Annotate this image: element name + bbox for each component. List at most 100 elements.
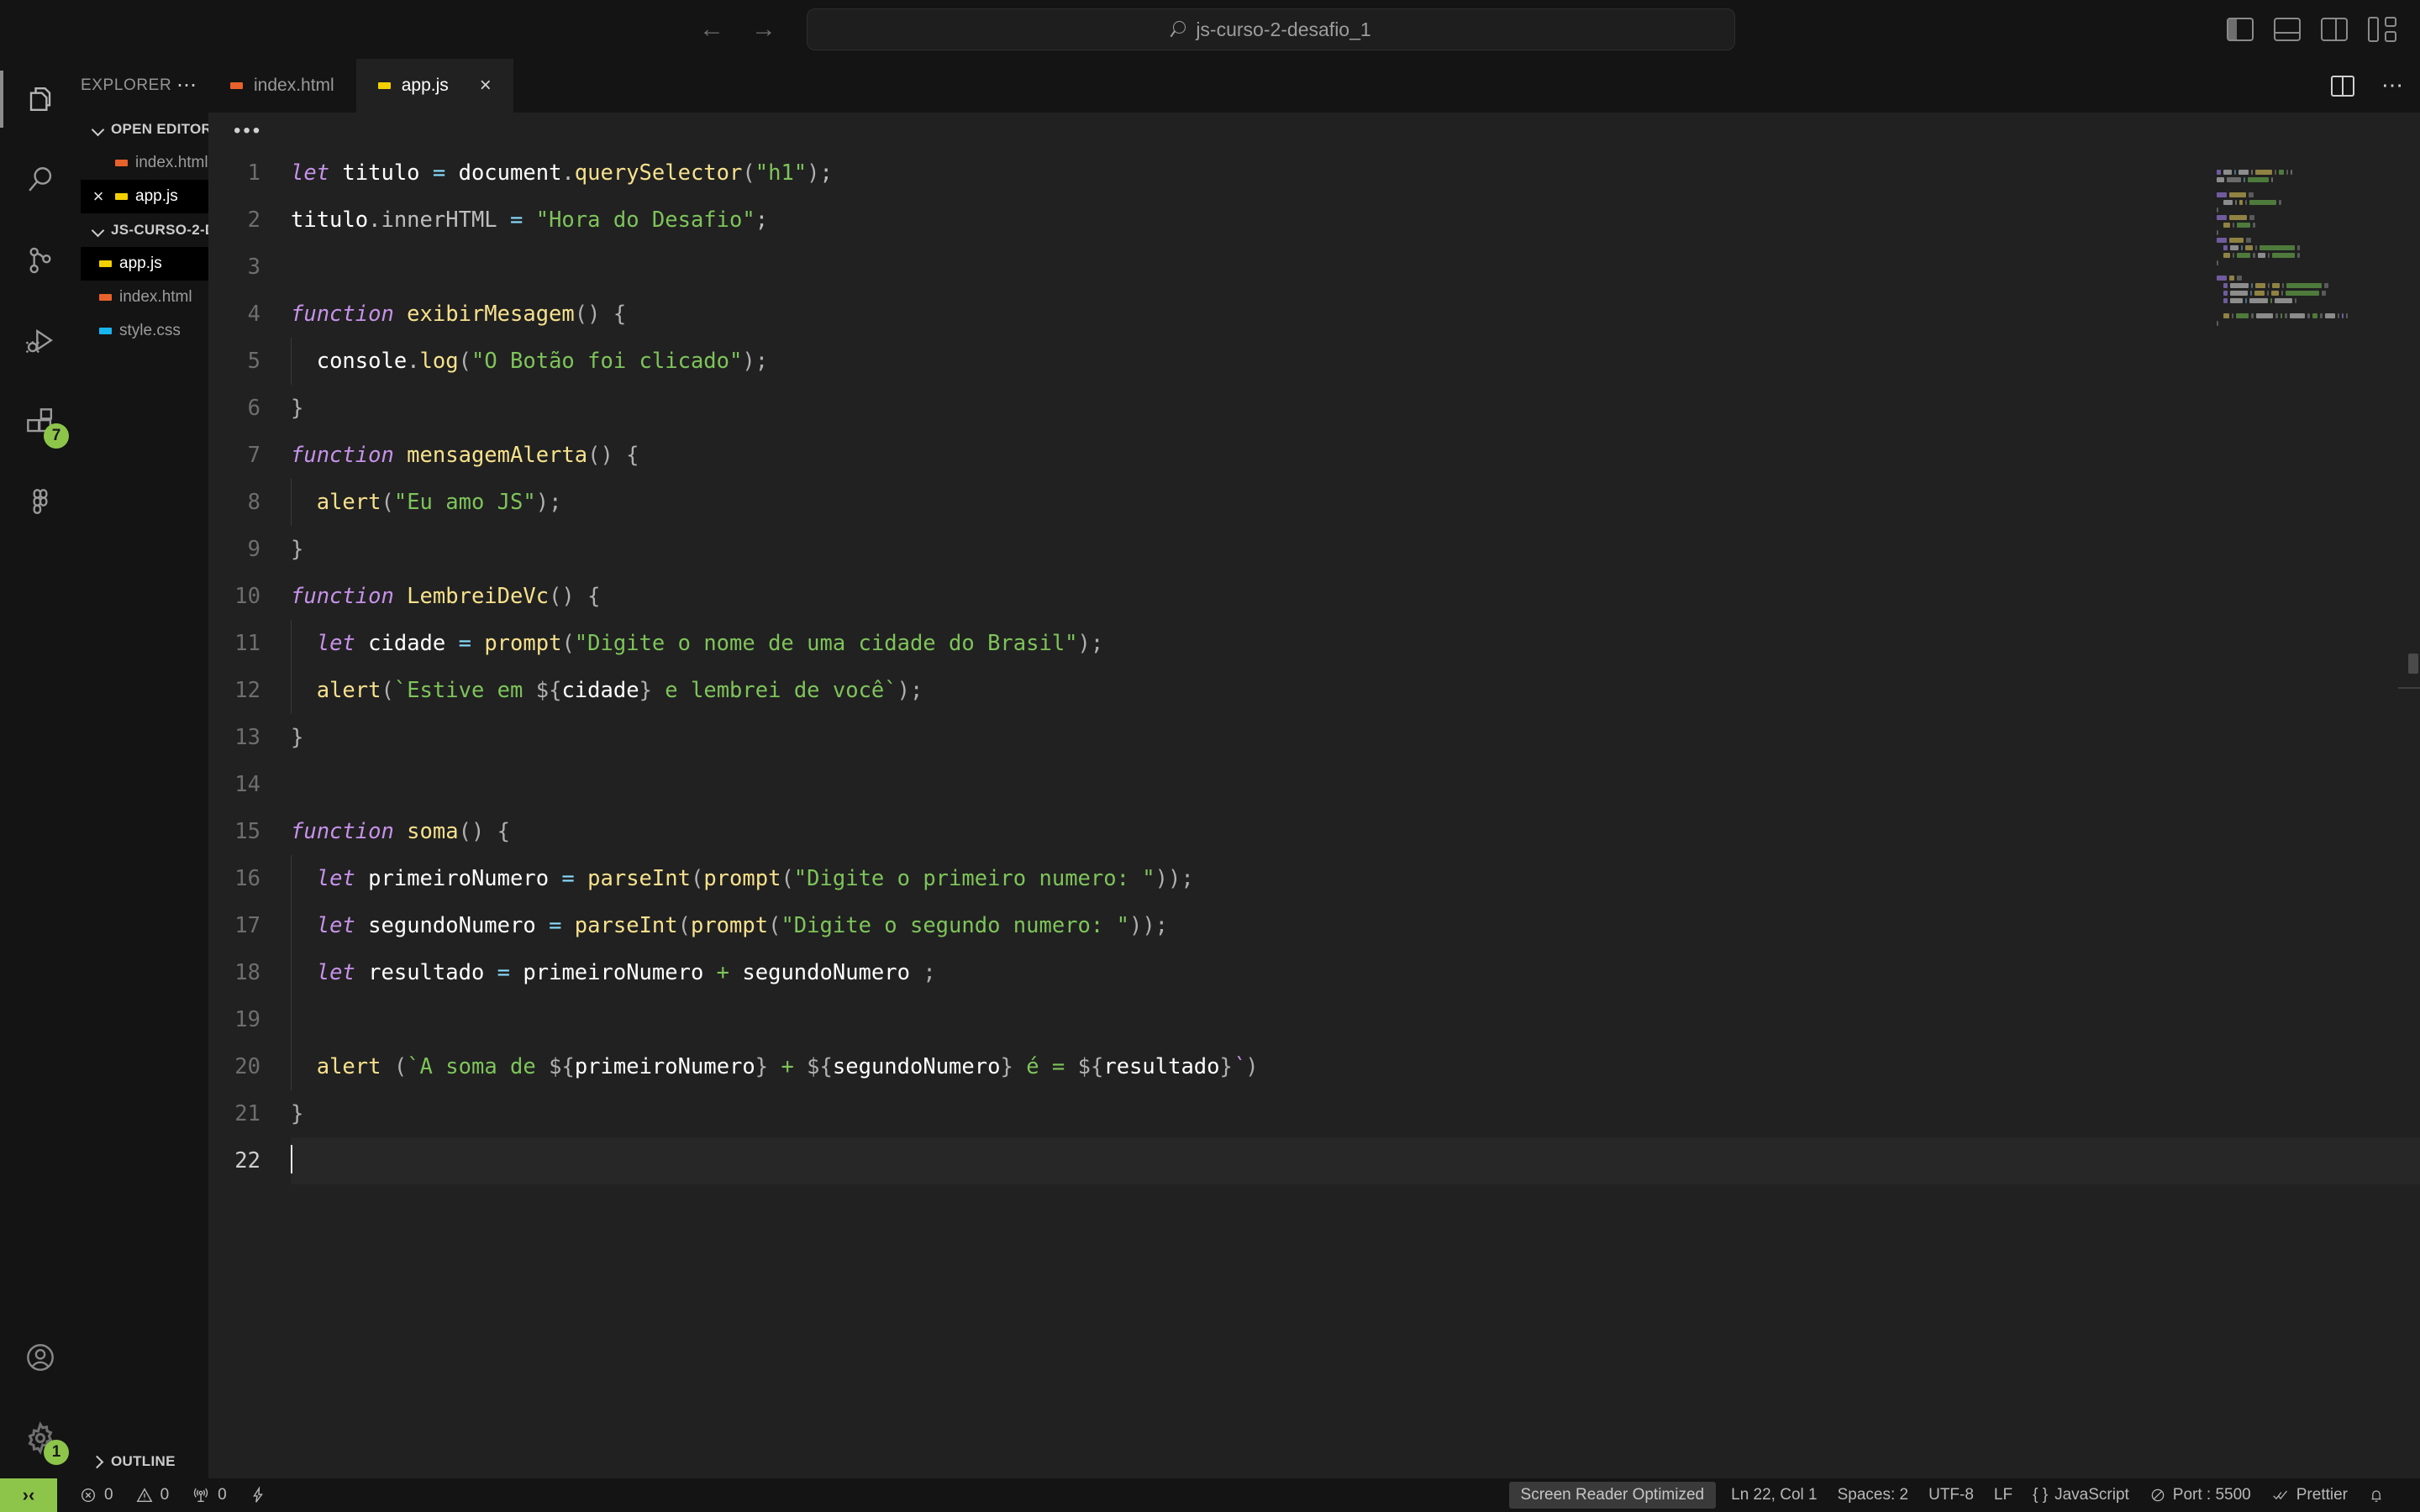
minimap[interactable] — [2213, 170, 2348, 326]
activity-search[interactable] — [0, 139, 81, 220]
sidebar-header: EXPLORER ⋯ — [81, 59, 208, 113]
code-line[interactable]: 18 let resultado = primeiroNumero + segu… — [208, 949, 2420, 996]
section-open-editors[interactable]: OPEN EDITORS — [81, 113, 208, 146]
code-line[interactable]: 15 function soma() { — [208, 808, 2420, 855]
file-item-index-html[interactable]: index.html — [81, 281, 208, 314]
ellipsis-icon[interactable]: ⋯ — [176, 75, 198, 96]
command-center-search[interactable]: js-curso-2-desafio_1 — [807, 8, 1735, 50]
arrow-left-icon[interactable]: ← — [697, 17, 726, 42]
arrow-right-icon[interactable]: → — [750, 17, 778, 42]
line-content[interactable]: let segundoNumero = parseInt(prompt("Dig… — [291, 902, 2420, 949]
code-line[interactable]: 6} — [208, 385, 2420, 432]
line-number: 11 — [234, 631, 260, 656]
line-content[interactable]: let primeiroNumero = parseInt(prompt("Di… — [291, 855, 2420, 902]
code-line[interactable]: 12 alert(`Estive em ${cidade} e lembrei … — [208, 667, 2420, 714]
live-server-status[interactable]: Port : 5500 — [2149, 1486, 2251, 1504]
activity-manage-settings[interactable]: 1 — [0, 1398, 81, 1478]
breadcrumb-ellipsis[interactable]: ••• — [234, 121, 262, 141]
section-outline[interactable]: OUTLINE — [81, 1445, 208, 1478]
code-line[interactable]: 8 alert("Eu amo JS"); — [208, 479, 2420, 526]
line-content[interactable]: titulo.innerHTML = "Hora do Desafio"; — [291, 197, 2420, 244]
layout-sidebar-right-icon[interactable] — [2321, 18, 2348, 41]
line-content[interactable]: let titulo = document.querySelector("h1"… — [291, 150, 2420, 197]
code-line[interactable]: 19 — [208, 996, 2420, 1043]
line-content[interactable]: function soma() { — [291, 808, 2420, 855]
close-icon[interactable]: × — [89, 187, 108, 206]
open-editor-item-index-html[interactable]: index.html — [81, 146, 208, 180]
notifications-status[interactable] — [2368, 1487, 2385, 1504]
code-line[interactable]: 22 — [208, 1137, 2420, 1184]
line-content[interactable]: function LembreiDeVc() { — [291, 573, 2420, 620]
code-line[interactable]: 11 let cidade = prompt("Digite o nome de… — [208, 620, 2420, 667]
layout-customize-icon[interactable] — [2368, 17, 2398, 42]
line-content[interactable] — [291, 1137, 2420, 1184]
line-content[interactable]: function exibirMesagem() { — [291, 291, 2420, 338]
code-editor[interactable]: 1 let titulo = document.querySelector("h1… — [208, 150, 2420, 1478]
line-content[interactable]: console.log("O Botão foi clicado"); — [291, 338, 2420, 385]
split-editor-icon[interactable] — [2331, 75, 2354, 97]
code-line[interactable]: 10 function LembreiDeVc() { — [208, 573, 2420, 620]
code-lines[interactable]: 1 let titulo = document.querySelector("h1… — [208, 150, 2420, 1478]
code-line[interactable]: 5 console.log("O Botão foi clicado"); — [208, 338, 2420, 385]
code-line[interactable]: 3 — [208, 244, 2420, 291]
line-content[interactable]: alert("Eu amo JS"); — [291, 479, 2420, 526]
code-line[interactable]: 2 titulo.innerHTML = "Hora do Desafio"; — [208, 197, 2420, 244]
workbench-body: 7 1 EXPLORER ⋯ OPEN EDITOR index.html × … — [0, 59, 2420, 1478]
line-content[interactable]: let resultado = primeiroNumero + segundo… — [291, 949, 2420, 996]
activity-run-and-debug[interactable] — [0, 301, 81, 381]
activity-explorer[interactable] — [0, 59, 81, 139]
line-content[interactable]: alert (`A soma de ${primeiroNumero} + ${… — [291, 1043, 2420, 1090]
activity-accounts[interactable] — [0, 1317, 81, 1398]
lightning-icon — [252, 1486, 263, 1503]
line-content[interactable]: alert(`Estive em ${cidade} e lembrei de … — [291, 667, 2420, 714]
code-token: () { — [574, 302, 627, 327]
code-line[interactable]: 16 let primeiroNumero = parseInt(prompt(… — [208, 855, 2420, 902]
ellipsis-icon[interactable]: ⋯ — [2381, 75, 2405, 96]
file-item-style-css[interactable]: style.css — [81, 314, 208, 348]
section-project-root[interactable]: JS-CURSO-2-DESAFIO_1 — [81, 213, 208, 247]
line-content[interactable]: } — [291, 714, 2420, 761]
open-editor-item-app-js[interactable]: × app.js — [81, 180, 208, 213]
remote-window-icon[interactable]: ›‹ — [0, 1478, 57, 1512]
screen-reader-status[interactable]: Screen Reader Optimized — [1508, 1482, 1717, 1509]
line-content[interactable] — [291, 996, 2420, 1043]
close-icon[interactable]: × — [480, 76, 492, 96]
eol-status[interactable]: LF — [1994, 1486, 2012, 1504]
vertical-scrollbar[interactable] — [2396, 150, 2420, 1478]
encoding-status[interactable]: UTF-8 — [1928, 1486, 1974, 1504]
code-line[interactable]: 7 function mensagemAlerta() { — [208, 432, 2420, 479]
activity-source-control[interactable] — [0, 220, 81, 301]
code-line[interactable]: 21} — [208, 1090, 2420, 1137]
code-token: ${ — [535, 678, 562, 703]
status-errors[interactable]: 0 — [79, 1486, 113, 1504]
layout-panel-bottom-icon[interactable] — [2274, 18, 2301, 41]
code-line[interactable]: 13} — [208, 714, 2420, 761]
status-lightning[interactable] — [249, 1486, 267, 1504]
status-ports[interactable]: 0 — [191, 1486, 227, 1504]
line-content[interactable]: let cidade = prompt("Digite o nome de um… — [291, 620, 2420, 667]
file-item-app-js[interactable]: app.js — [81, 247, 208, 281]
line-content[interactable]: } — [291, 385, 2420, 432]
line-content[interactable]: } — [291, 526, 2420, 573]
formatter-status[interactable]: Prettier — [2271, 1486, 2348, 1504]
line-content[interactable]: function mensagemAlerta() { — [291, 432, 2420, 479]
status-warnings[interactable]: 0 — [135, 1486, 169, 1504]
tab-index-html[interactable]: index.html — [208, 59, 356, 113]
code-line[interactable]: 20 alert (`A soma de ${primeiroNumero} +… — [208, 1043, 2420, 1090]
code-line[interactable]: 9} — [208, 526, 2420, 573]
layout-sidebar-left-icon[interactable] — [2227, 18, 2254, 41]
breadcrumb[interactable]: ••• — [208, 113, 2420, 150]
scrollbar-thumb[interactable] — [2408, 654, 2418, 674]
language-status[interactable]: { } JavaScript — [2033, 1486, 2129, 1504]
activity-extensions[interactable]: 7 — [0, 381, 81, 462]
tab-app-js[interactable]: app.js × — [355, 59, 513, 113]
activity-figma[interactable] — [0, 462, 81, 543]
code-line[interactable]: 14 — [208, 761, 2420, 808]
cursor-position[interactable]: Ln 22, Col 1 — [1731, 1486, 1817, 1504]
code-line[interactable]: 17 let segundoNumero = parseInt(prompt("… — [208, 902, 2420, 949]
code-line[interactable]: 1 let titulo = document.querySelector("h1… — [208, 150, 2420, 197]
indentation-status[interactable]: Spaces: 2 — [1838, 1486, 1909, 1504]
code-line[interactable]: 4 function exibirMesagem() { — [208, 291, 2420, 338]
minimap-line — [2213, 170, 2348, 175]
line-content[interactable]: } — [291, 1090, 2420, 1137]
